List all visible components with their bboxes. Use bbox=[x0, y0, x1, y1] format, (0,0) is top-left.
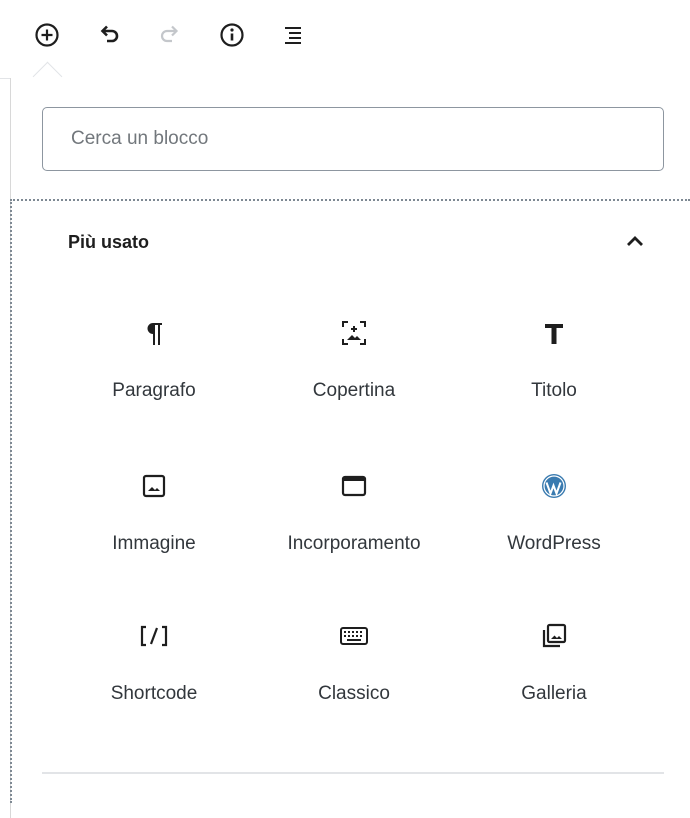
heading-icon bbox=[545, 324, 563, 344]
wordpress-logo-icon bbox=[542, 474, 566, 498]
keyboard-icon bbox=[340, 627, 368, 645]
image-icon bbox=[142, 474, 166, 498]
panel-title: Più usato bbox=[68, 231, 150, 252]
block-label: Copertina bbox=[312, 380, 396, 401]
block-navigation-button[interactable] bbox=[276, 18, 310, 52]
block-label: Titolo bbox=[531, 380, 577, 401]
plus-circle-icon bbox=[35, 23, 59, 47]
editor-toolbar bbox=[0, 0, 690, 79]
cover-image-icon bbox=[342, 321, 366, 345]
block-label: Shortcode bbox=[110, 683, 198, 704]
panel-separator bbox=[42, 772, 664, 774]
paragraph-icon bbox=[147, 323, 162, 345]
block-label: Galleria bbox=[521, 683, 587, 704]
chevron-up-icon bbox=[627, 236, 643, 246]
block-label: WordPress bbox=[507, 533, 601, 554]
block-item-classico[interactable]: Classico bbox=[264, 603, 444, 743]
block-item-titolo[interactable]: Titolo bbox=[464, 300, 644, 440]
block-label: Classico bbox=[318, 683, 390, 704]
most-used-panel-toggle[interactable]: Più usato bbox=[42, 222, 650, 262]
redo-icon bbox=[160, 25, 179, 43]
embed-window-icon bbox=[341, 475, 367, 497]
block-label: Paragrafo bbox=[112, 380, 196, 401]
block-label: Immagine bbox=[112, 533, 196, 554]
add-block-button[interactable] bbox=[30, 18, 64, 52]
block-item-incorporamento[interactable]: Incorporamento bbox=[264, 453, 444, 593]
info-icon bbox=[220, 23, 244, 47]
undo-button[interactable] bbox=[92, 18, 126, 52]
block-item-galleria[interactable]: Galleria bbox=[464, 603, 644, 743]
focus-outline-left bbox=[10, 199, 12, 803]
info-button[interactable] bbox=[215, 18, 249, 52]
block-item-paragrafo[interactable]: Paragrafo bbox=[64, 300, 244, 440]
block-item-immagine[interactable]: Immagine bbox=[64, 453, 244, 593]
block-item-shortcode[interactable]: Shortcode bbox=[64, 603, 244, 743]
block-search-input[interactable] bbox=[42, 107, 664, 171]
redo-button[interactable] bbox=[153, 18, 187, 52]
gallery-icon bbox=[542, 623, 567, 648]
list-outline-icon bbox=[285, 27, 301, 44]
focus-outline-top bbox=[10, 199, 690, 201]
block-item-copertina[interactable]: Copertina bbox=[264, 300, 444, 440]
shortcode-icon bbox=[140, 625, 168, 647]
block-label: Incorporamento bbox=[287, 533, 421, 554]
undo-icon bbox=[100, 25, 119, 43]
block-item-wordpress[interactable]: WordPress bbox=[464, 453, 644, 593]
